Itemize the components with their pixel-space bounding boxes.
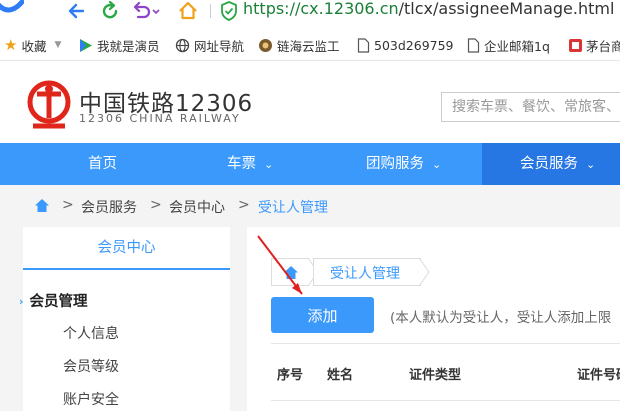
breadcrumb-member-services[interactable]: 会员服务 <box>81 197 137 217</box>
column-header-id-type: 证件类型 <box>409 368 462 383</box>
bookmark-label: 链海云监工 <box>277 38 340 54</box>
browser-address-bar: https://cx.12306.cn/tlcx/assigneeManage.… <box>0 0 620 30</box>
tab-assignee-management[interactable]: 受让人管理 <box>313 258 421 286</box>
undo-icon[interactable] <box>132 2 162 20</box>
breadcrumb-separator: > <box>150 197 162 213</box>
breadcrumb-current: 受让人管理 <box>258 200 328 216</box>
refresh-icon[interactable] <box>100 1 120 21</box>
bookmark-label: 茅台商 <box>586 38 620 54</box>
china-railway-logo-icon <box>27 80 71 129</box>
sidebar-item-member-level[interactable]: 会员等级 <box>63 356 119 376</box>
bookmark-favorites[interactable]: ★ 收藏 ▼ <box>4 35 61 55</box>
sidebar-group-member-management[interactable]: › 会员管理 <box>19 290 88 311</box>
assignee-table-header: 序号 姓名 证件类型 证件号码 <box>271 343 620 401</box>
home-icon[interactable] <box>178 1 198 21</box>
nav-item-member-services[interactable]: 会员服务 ⌄ <box>520 143 595 185</box>
column-header-id-number: 证件号码 <box>577 368 620 383</box>
browser-logo-icon <box>0 0 24 13</box>
site-search-input[interactable] <box>442 93 620 121</box>
chevron-down-icon: ▼ <box>54 40 62 50</box>
nav-item-group-buying[interactable]: 团购服务 ⌄ <box>366 143 441 185</box>
chevron-right-icon: › <box>19 295 24 308</box>
breadcrumb-separator: > <box>238 197 250 213</box>
chevron-down-icon: ⌄ <box>264 158 274 171</box>
sidebar-header[interactable]: 会员中心 <box>23 227 230 270</box>
chevron-down-icon: ⌄ <box>432 158 442 171</box>
bookmark-navigation[interactable]: 网址导航 <box>175 35 244 55</box>
bookmark-actor[interactable]: 我就是演员 <box>78 35 160 55</box>
sidebar-item-personal-info[interactable]: 个人信息 <box>63 323 119 343</box>
star-icon: ★ <box>4 36 18 54</box>
main-nav: 首页 车票 ⌄ 团购服务 ⌄ 会员服务 ⌄ <box>0 143 620 185</box>
nav-item-tickets[interactable]: 车票 ⌄ <box>227 143 273 185</box>
breadcrumb-separator: > <box>62 197 74 213</box>
tab-arrow-end <box>419 258 430 286</box>
page-icon <box>357 37 370 53</box>
bookmarks-bar: ★ 收藏 ▼ 我就是演员 网址导航 链海云监工 503d269759 企业邮箱1… <box>0 30 620 61</box>
url-field[interactable]: https://cx.12306.cn/tlcx/assigneeManage.… <box>243 0 614 18</box>
secure-shield-icon[interactable] <box>220 1 238 21</box>
bookmark-lianhai[interactable]: 链海云监工 <box>258 35 340 55</box>
site-icon <box>259 38 272 52</box>
bookmark-503d[interactable]: 503d269759 <box>357 35 454 55</box>
tab-label: 受让人管理 <box>330 266 400 282</box>
globe-icon <box>175 38 190 52</box>
annotation-arrow-icon <box>257 235 303 295</box>
assignee-note: (本人默认为受让人，受让人添加上限 <box>390 310 612 326</box>
sidebar-item-account-security[interactable]: 账户安全 <box>63 389 119 409</box>
bookmark-label: 收藏 <box>21 38 47 54</box>
play-icon <box>80 38 92 52</box>
site-subtitle: 12306 CHINA RAILWAY <box>79 112 241 125</box>
site-search-box[interactable] <box>441 92 620 122</box>
bookmark-maotai[interactable]: 茅台商 <box>568 35 620 55</box>
column-header-index: 序号 <box>277 368 304 383</box>
toolbar-divider <box>210 4 211 18</box>
home-icon[interactable] <box>34 198 50 213</box>
back-arrow-icon[interactable] <box>68 2 86 20</box>
bookmark-label: 我就是演员 <box>97 38 160 54</box>
bookmark-email[interactable]: 企业邮箱1q <box>467 35 550 55</box>
bookmark-label: 网址导航 <box>194 38 245 54</box>
add-assignee-button[interactable]: 添加 <box>271 297 374 333</box>
page-icon <box>467 37 480 53</box>
site-icon <box>569 38 582 52</box>
bookmark-label: 503d269759 <box>374 37 454 53</box>
chevron-down-icon: ⌄ <box>586 158 596 171</box>
nav-item-home[interactable]: 首页 <box>88 143 117 185</box>
breadcrumb-member-center[interactable]: 会员中心 <box>169 197 225 217</box>
column-header-name: 姓名 <box>327 368 354 383</box>
breadcrumb: > 会员服务 > 会员中心 > 受让人管理 <box>0 185 620 225</box>
bookmark-label: 企业邮箱1q <box>484 38 550 54</box>
sidebar: 会员中心 <box>23 227 230 411</box>
